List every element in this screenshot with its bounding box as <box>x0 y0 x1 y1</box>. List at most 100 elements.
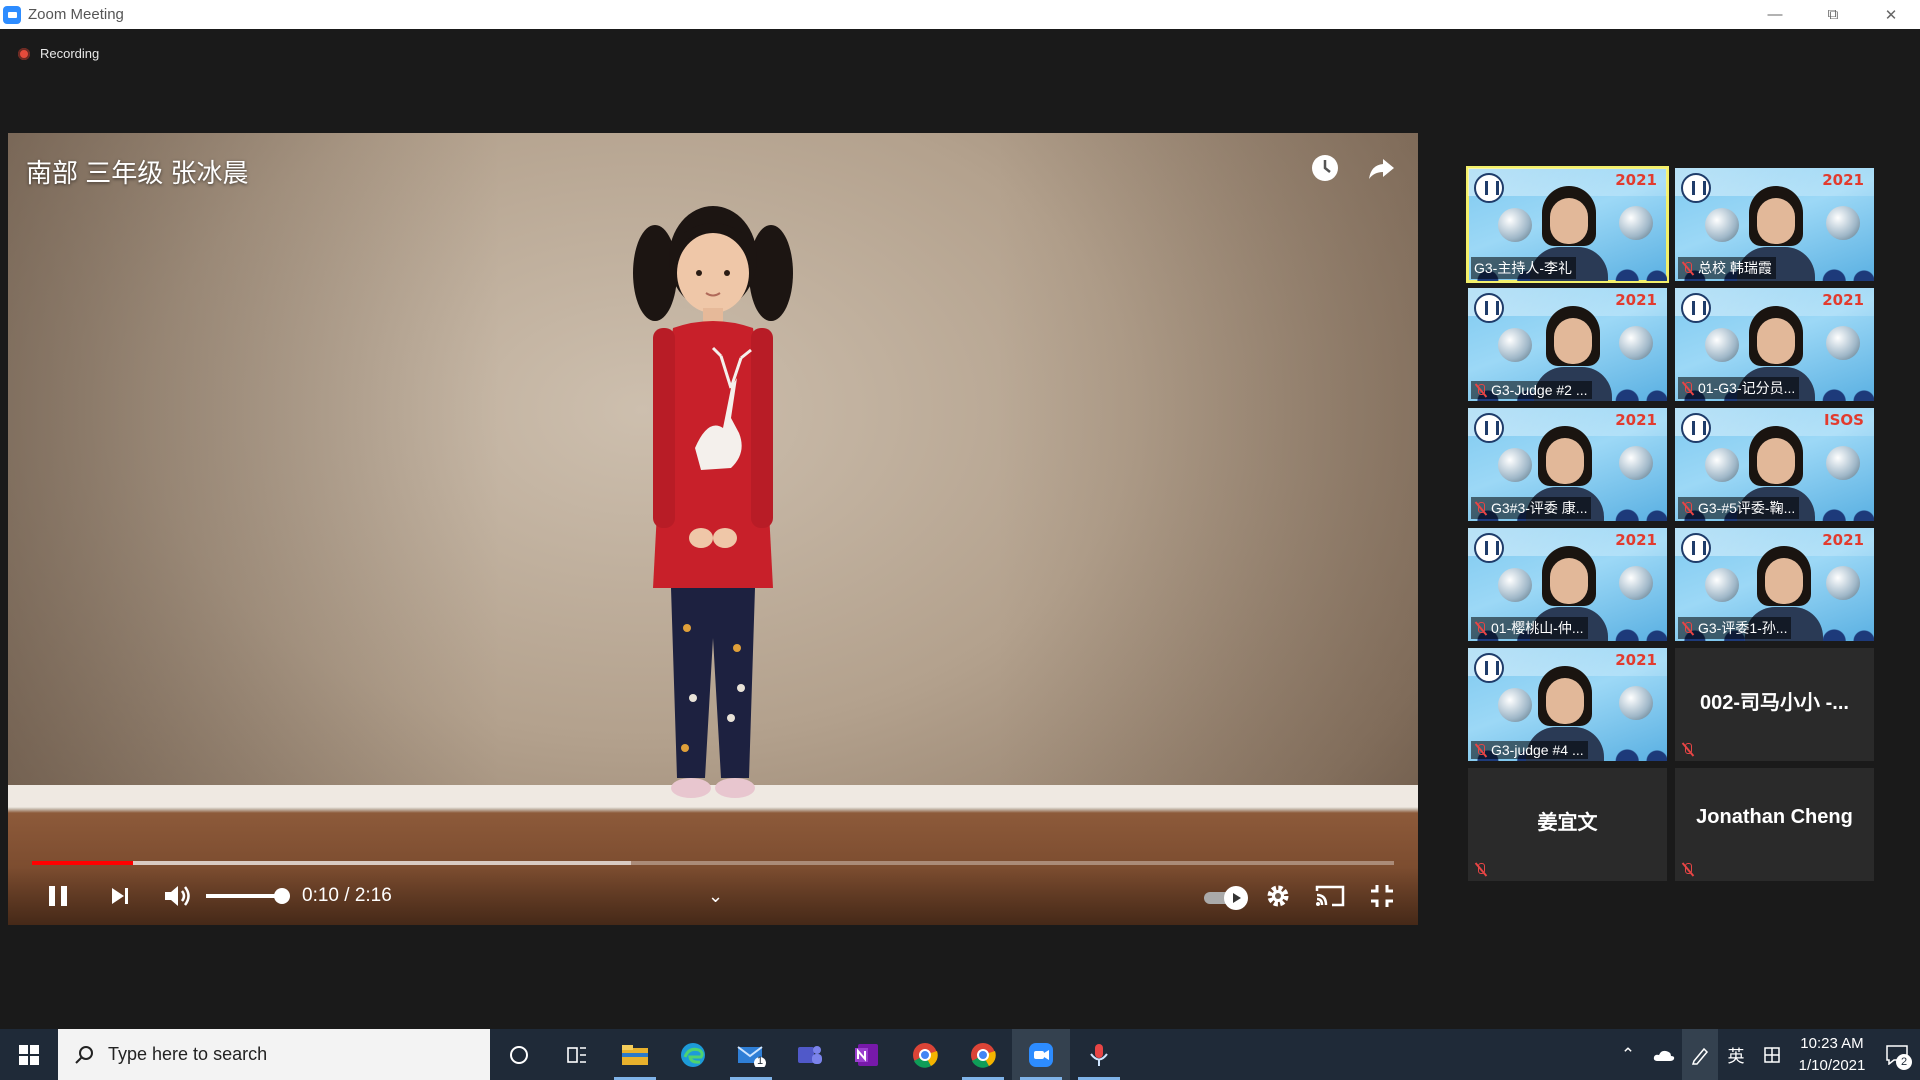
school-seal-icon <box>1681 293 1711 323</box>
notification-center-icon[interactable]: 2 <box>1874 1029 1920 1080</box>
meeting-area: Recording 南部 三年级 张冰晨 0:10 / 2:16 ⌄ 2021 … <box>0 29 1920 1029</box>
participant-name-tag: G3-评委1-孙... <box>1678 617 1792 639</box>
muted-mic-icon <box>1474 501 1487 516</box>
volume-slider[interactable] <box>206 888 290 904</box>
participant-tile[interactable]: 姜宜文 <box>1468 768 1667 881</box>
cast-icon[interactable] <box>1306 872 1354 920</box>
participant-tile[interactable]: 2021 G3-Judge #2 ... <box>1468 288 1667 401</box>
participant-name: G3-#5评委-鞠... <box>1698 500 1796 516</box>
exit-fullscreen-icon[interactable] <box>1358 872 1406 920</box>
video-title: 南部 三年级 张冰晨 <box>26 158 249 188</box>
zoom-taskbar-icon[interactable] <box>1012 1029 1070 1080</box>
window-title: Zoom Meeting <box>28 6 124 23</box>
onenote-icon[interactable] <box>838 1029 896 1080</box>
participant-tile[interactable]: 2021 G3-评委1-孙... <box>1675 528 1874 641</box>
participant-tile[interactable]: 002-司马小小 -... <box>1675 648 1874 761</box>
participant-name: G3-主持人-李礼 <box>1474 260 1572 276</box>
banner-year: 2021 <box>1615 411 1657 429</box>
clock-date: 1/10/2021 <box>1798 1056 1866 1074</box>
microphone-graphic <box>1619 686 1653 720</box>
chrome-profile-icon[interactable] <box>954 1029 1012 1080</box>
next-button[interactable] <box>96 872 144 920</box>
banner-year: 2021 <box>1615 531 1657 549</box>
banner-year: 2021 <box>1615 171 1657 189</box>
chevron-down-icon[interactable]: ⌄ <box>708 886 723 907</box>
participant-name-tag: G3-#5评委-鞠... <box>1678 497 1800 519</box>
school-seal-icon <box>1474 173 1504 203</box>
participant-tile[interactable]: 2021 G3-主持人-李礼 <box>1466 166 1669 283</box>
settings-gear-icon[interactable] <box>1254 872 1302 920</box>
participant-tile[interactable]: 2021 G3-judge #4 ... <box>1468 648 1667 761</box>
participant-name-tag: G3-主持人-李礼 <box>1471 257 1576 279</box>
participant-name: 01-G3-记分员... <box>1698 380 1796 396</box>
microphone-graphic <box>1619 326 1653 360</box>
windows-taskbar: Type here to search 1 ⌃ 英 10:23 AM 1/10/… <box>0 1029 1920 1080</box>
file-explorer-icon[interactable] <box>606 1029 664 1080</box>
participant-name-tag: G3-Judge #2 ... <box>1471 381 1592 399</box>
time-separator: / <box>338 885 355 906</box>
microphone-graphic <box>1705 568 1739 602</box>
player-controls: 0:10 / 2:16 ⌄ <box>8 867 1418 925</box>
chrome-icon[interactable] <box>896 1029 954 1080</box>
microphone-graphic <box>1619 446 1653 480</box>
onedrive-cloud-icon[interactable] <box>1646 1029 1682 1080</box>
clock-time: 10:23 AM <box>1800 1034 1864 1052</box>
cortana-icon[interactable] <box>490 1029 548 1080</box>
restore-button[interactable]: ⧉ <box>1804 0 1862 29</box>
volume-icon[interactable] <box>154 872 202 920</box>
time-display: 0:10 / 2:16 <box>302 885 392 907</box>
edge-browser-icon[interactable] <box>664 1029 722 1080</box>
participant-name-tag: 总校 韩瑞霞 <box>1678 257 1776 279</box>
recording-indicator[interactable]: Recording <box>18 46 99 61</box>
pen-workspace-icon[interactable] <box>1682 1029 1718 1080</box>
banner-year: 2021 <box>1822 291 1864 309</box>
participant-tile[interactable]: Jonathan Cheng <box>1675 768 1874 881</box>
participant-tile[interactable]: ISOS G3-#5评委-鞠... <box>1675 408 1874 521</box>
autoplay-toggle[interactable] <box>1202 872 1250 920</box>
video-progress-bar[interactable] <box>32 861 1394 865</box>
participant-tile[interactable]: 2021 总校 韩瑞霞 <box>1675 168 1874 281</box>
volume-knob[interactable] <box>274 888 290 904</box>
voice-recorder-icon[interactable] <box>1070 1029 1128 1080</box>
shared-video[interactable]: 南部 三年级 张冰晨 0:10 / 2:16 ⌄ <box>8 133 1418 925</box>
participant-tile[interactable]: 2021 01-G3-记分员... <box>1675 288 1874 401</box>
microphone-graphic <box>1498 328 1532 362</box>
search-placeholder: Type here to search <box>108 1044 268 1064</box>
pause-button[interactable] <box>34 872 82 920</box>
banner-year: 2021 <box>1615 291 1657 309</box>
window-titlebar: Zoom Meeting — ⧉ ✕ <box>0 0 1920 29</box>
close-button[interactable]: ✕ <box>1862 0 1920 29</box>
taskbar-search-box[interactable]: Type here to search <box>58 1029 490 1080</box>
participant-name: G3#3-评委 康... <box>1491 500 1588 516</box>
participant-name: 总校 韩瑞霞 <box>1698 260 1772 276</box>
system-clock[interactable]: 10:23 AM 1/10/2021 <box>1790 1033 1874 1077</box>
participant-name-tag: G3-judge #4 ... <box>1471 741 1588 759</box>
task-view-icon[interactable] <box>548 1029 606 1080</box>
school-seal-icon <box>1474 293 1504 323</box>
ime-mode-icon[interactable] <box>1754 1029 1790 1080</box>
chevron-up-icon[interactable]: ⌃ <box>1610 1029 1646 1080</box>
participant-name-tag: 01-樱桃山-仲... <box>1471 617 1588 639</box>
start-button[interactable] <box>0 1029 58 1080</box>
participant-tile[interactable]: 2021 G3#3-评委 康... <box>1468 408 1667 521</box>
school-seal-icon <box>1681 533 1711 563</box>
teams-icon[interactable] <box>780 1029 838 1080</box>
microphone-graphic <box>1826 446 1860 480</box>
participant-name-tag: 01-G3-记分员... <box>1678 377 1800 399</box>
participant-tile[interactable]: 2021 01-樱桃山-仲... <box>1468 528 1667 641</box>
banner-year: 2021 <box>1822 171 1864 189</box>
watch-later-icon[interactable] <box>1308 151 1342 185</box>
minimize-button[interactable]: — <box>1746 0 1804 29</box>
muted-mic-icon <box>1681 862 1694 877</box>
progress-played <box>32 861 133 865</box>
school-seal-icon <box>1474 533 1504 563</box>
microphone-graphic <box>1619 206 1653 240</box>
school-seal-icon <box>1681 173 1711 203</box>
mail-icon[interactable]: 1 <box>722 1029 780 1080</box>
time-total: 2:16 <box>354 885 392 906</box>
muted-mic-icon <box>1474 862 1487 877</box>
time-current: 0:10 <box>302 885 339 906</box>
ime-language-indicator[interactable]: 英 <box>1718 1029 1754 1080</box>
share-icon[interactable] <box>1364 151 1398 185</box>
school-seal-icon <box>1474 653 1504 683</box>
